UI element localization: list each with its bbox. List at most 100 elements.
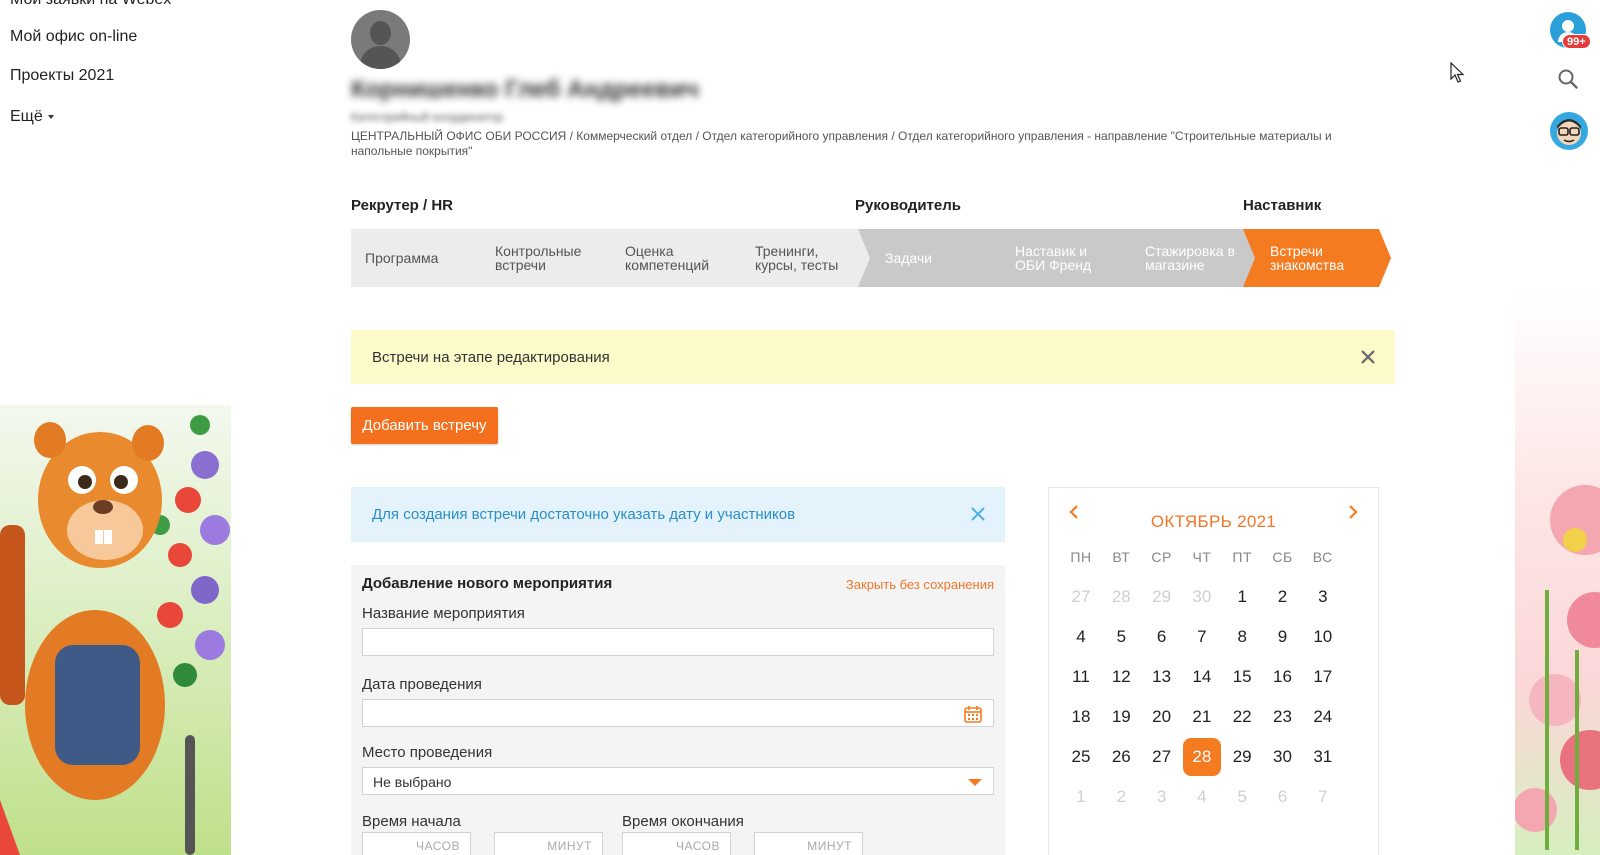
stage-header-manager: Руководитель — [855, 197, 961, 214]
calendar-day[interactable]: 27 — [1143, 738, 1181, 776]
close-without-saving-link[interactable]: Закрыть без сохранения — [846, 577, 994, 592]
calendar-day[interactable]: 9 — [1264, 618, 1302, 656]
calendar-day[interactable]: 10 — [1304, 618, 1342, 656]
weekday-header: СБ — [1272, 549, 1293, 565]
event-place-value: Не выбрано — [373, 774, 452, 790]
add-meeting-button[interactable]: Добавить встречу — [351, 407, 498, 444]
calendar-day[interactable]: 24 — [1304, 698, 1342, 736]
event-place-select[interactable]: Не выбрано — [362, 767, 994, 795]
calendar-day[interactable]: 3 — [1304, 578, 1342, 616]
step-tasks[interactable]: Задачи — [858, 229, 1001, 287]
mouse-cursor-icon — [1450, 61, 1466, 84]
calendar-day[interactable]: 5 — [1102, 618, 1140, 656]
end-time-label: Время окончания — [622, 813, 744, 830]
calendar-day[interactable]: 19 — [1102, 698, 1140, 736]
weekday-header: ПН — [1070, 549, 1092, 565]
calendar-day[interactable]: 29 — [1143, 578, 1181, 616]
event-name-label: Название мероприятия — [362, 605, 525, 622]
calendar-widget: ОКТЯБРЬ 2021 ПН ВТ СР ЧТ ПТ СБ ВС 27 28 29 30 1 2 3 4 5… — [1048, 487, 1379, 855]
calendar-day[interactable]: 2 — [1264, 578, 1302, 616]
end-hours-input[interactable]: ЧАСОВ — [622, 832, 731, 855]
person-name: Корнишенко Глеб Андреевич — [351, 76, 699, 103]
stage-header-recruiter: Рекрутер / HR — [351, 197, 453, 214]
calendar-day[interactable]: 4 — [1062, 618, 1100, 656]
next-month-chevron-icon[interactable] — [1342, 502, 1362, 522]
calendar-day[interactable]: 28 — [1102, 578, 1140, 616]
calendar-day[interactable]: 29 — [1223, 738, 1261, 776]
calendar-day[interactable]: 23 — [1264, 698, 1302, 736]
calendar-day[interactable]: 6 — [1264, 778, 1302, 816]
editing-alert-text: Встречи на этапе редактирования — [372, 348, 610, 366]
calendar-day[interactable]: 20 — [1143, 698, 1181, 736]
calendar-day[interactable]: 26 — [1102, 738, 1140, 776]
calendar-day[interactable]: 25 — [1062, 738, 1100, 776]
calendar-day[interactable]: 17 — [1304, 658, 1342, 696]
calendar-day[interactable]: 1 — [1223, 578, 1261, 616]
form-title: Добавление нового мероприятия — [362, 575, 613, 592]
calendar-icon[interactable] — [963, 704, 983, 724]
calendar-day[interactable]: 1 — [1062, 778, 1100, 816]
calendar-day[interactable]: 5 — [1223, 778, 1261, 816]
step-store-internship[interactable]: Стажировка в магазине — [1118, 229, 1261, 287]
nav-item-webex-requests[interactable]: Мои заявки на Webex — [10, 0, 171, 9]
calendar-day[interactable]: 15 — [1223, 658, 1261, 696]
new-event-form: Добавление нового мероприятия Закрыть бе… — [351, 565, 1005, 855]
notifications-badge[interactable]: 99+ — [1562, 34, 1591, 49]
calendar-day[interactable]: 2 — [1102, 778, 1140, 816]
calendar-day[interactable]: 18 — [1062, 698, 1100, 736]
calendar-day[interactable]: 3 — [1143, 778, 1181, 816]
calendar-day[interactable]: 27 — [1062, 578, 1100, 616]
step-control-meetings[interactable]: Контрольные встречи — [468, 229, 611, 287]
event-name-input[interactable] — [362, 628, 994, 656]
step-intro-meetings[interactable]: Встречи знакомства — [1243, 229, 1391, 287]
calendar-day[interactable]: 6 — [1143, 618, 1181, 656]
calendar-day[interactable]: 11 — [1062, 658, 1100, 696]
hint-alert-text: Для создания встречи достаточно указать … — [372, 506, 796, 523]
step-competency-assessment[interactable]: Оценка компетенций — [598, 229, 741, 287]
weekday-header: ЧТ — [1192, 549, 1212, 565]
weekday-header: ВТ — [1112, 549, 1131, 565]
close-icon[interactable] — [1360, 349, 1376, 365]
nav-more-dropdown[interactable]: Ещё — [10, 108, 54, 126]
nav-item-projects-2021[interactable]: Проекты 2021 — [10, 67, 114, 85]
step-program[interactable]: Программа — [351, 229, 481, 287]
calendar-day[interactable]: 31 — [1304, 738, 1342, 776]
event-place-label: Место проведения — [362, 744, 493, 761]
event-date-input[interactable] — [362, 699, 994, 727]
step-trainings[interactable]: Тренинги, курсы, тесты — [728, 229, 871, 287]
calendar-day[interactable]: 21 — [1183, 698, 1221, 736]
weekday-header: СР — [1151, 549, 1172, 565]
calendar-day[interactable]: 12 — [1102, 658, 1140, 696]
calendar-month-title: ОКТЯБРЬ 2021 — [1150, 512, 1277, 531]
start-minutes-input[interactable]: МИНУТ — [494, 832, 603, 855]
organization-path: ЦЕНТРАЛЬНЫЙ ОФИС ОБИ РОССИЯ / Коммерческ… — [351, 129, 1332, 158]
onboarding-stepper: Программа Контрольные встречи Оценка ком… — [351, 229, 1391, 287]
person-role: Категорийный координатор — [351, 110, 504, 124]
search-icon[interactable] — [1557, 68, 1579, 90]
start-time-label: Время начала — [362, 813, 461, 830]
calendar-day-selected[interactable]: 28 — [1182, 738, 1221, 776]
start-hours-input[interactable]: ЧАСОВ — [362, 832, 471, 855]
calendar-day[interactable]: 8 — [1223, 618, 1261, 656]
stage-header-mentor: Наставник — [1243, 197, 1322, 214]
event-date-label: Дата проведения — [362, 676, 482, 693]
calendar-day[interactable]: 4 — [1183, 778, 1221, 816]
nav-item-office-online[interactable]: Мой офис on-line — [10, 28, 137, 46]
calendar-day[interactable]: 22 — [1223, 698, 1261, 736]
profile-avatar — [351, 10, 410, 69]
weekday-header: ПТ — [1232, 549, 1252, 565]
calendar-day[interactable]: 7 — [1183, 618, 1221, 656]
calendar-day[interactable]: 7 — [1304, 778, 1342, 816]
calendar-day[interactable]: 14 — [1183, 658, 1221, 696]
calendar-day[interactable]: 16 — [1264, 658, 1302, 696]
close-icon[interactable] — [970, 506, 986, 522]
bot-avatar-icon[interactable] — [1550, 112, 1588, 150]
weekday-header: ВС — [1312, 549, 1333, 565]
calendar-day[interactable]: 13 — [1143, 658, 1181, 696]
chevron-down-icon — [968, 779, 982, 786]
calendar-day[interactable]: 30 — [1183, 578, 1221, 616]
beaver-mascot-illustration — [0, 405, 231, 855]
end-minutes-input[interactable]: МИНУТ — [754, 832, 863, 855]
step-mentor-friend[interactable]: Наставик и ОБИ Френд — [988, 229, 1131, 287]
calendar-day[interactable]: 30 — [1264, 738, 1302, 776]
